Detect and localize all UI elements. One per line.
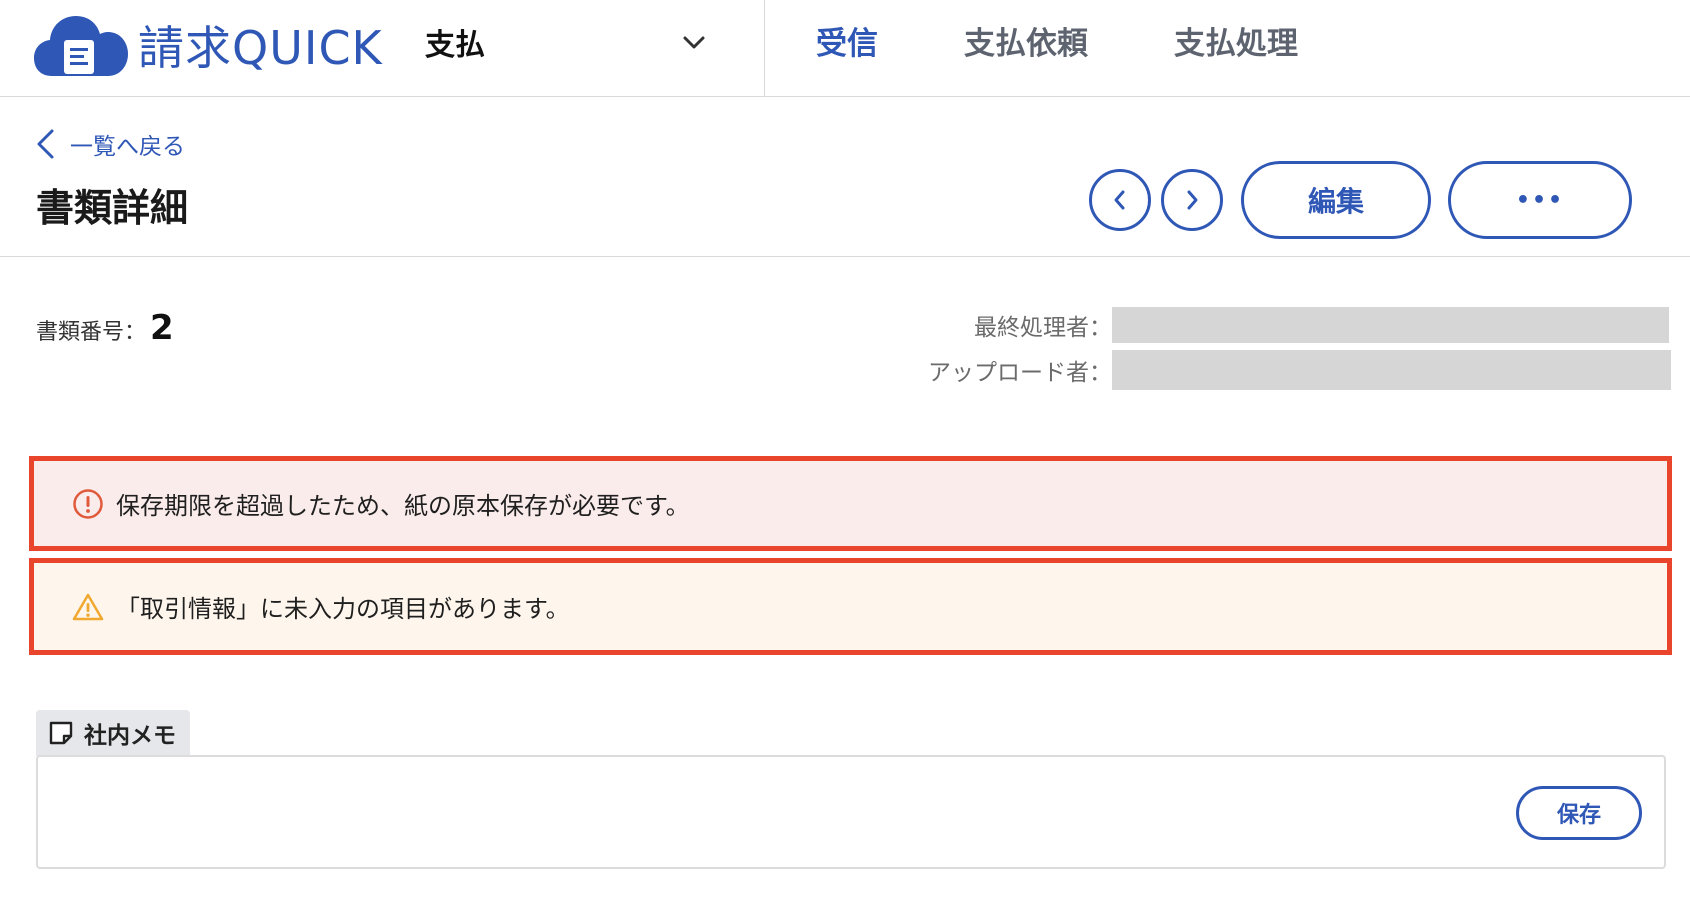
internal-memo-input[interactable]	[46, 765, 1496, 861]
app-header: 請求QUICK 支払 受信 支払依頼 支払処理	[0, 0, 1690, 97]
error-alert-text: 保存期限を超過したため、紙の原本保存が必要です。	[116, 492, 690, 520]
uploader-value-redacted	[1112, 350, 1671, 390]
cloud-document-logo-icon	[34, 16, 128, 76]
nav-tab-payment-processing[interactable]: 支払処理	[1174, 22, 1298, 66]
header-divider	[764, 0, 765, 97]
exclamation-circle-icon	[73, 488, 103, 519]
document-number-label: 書類番号：	[36, 320, 147, 345]
warning-alert: 「取引情報」に未入力の項目があります。	[29, 558, 1672, 655]
chevron-left-icon	[37, 129, 54, 159]
nav-tab-payment-request[interactable]: 支払依頼	[964, 22, 1088, 66]
logo-text: 請求QUICK	[138, 21, 383, 75]
nav-tab-receive[interactable]: 受信	[816, 22, 878, 66]
memo-save-button[interactable]: 保存	[1516, 786, 1642, 840]
title-area: 一覧へ戻る 書類詳細 編集 •••	[0, 97, 1690, 257]
chevron-right-icon	[1187, 190, 1198, 210]
more-options-button[interactable]: •••	[1448, 161, 1632, 239]
last-processor-row: 最終処理者：	[900, 307, 1669, 343]
document-number-value: 2	[150, 308, 174, 348]
uploader-label: アップロード者：	[928, 360, 1112, 386]
last-processor-value-redacted	[1112, 307, 1669, 343]
chevron-down-icon	[683, 36, 705, 49]
internal-memo-tab: 社内メモ	[36, 710, 190, 756]
internal-memo-box: 保存	[36, 755, 1666, 869]
last-processor-label: 最終処理者：	[974, 315, 1112, 341]
previous-document-button[interactable]	[1089, 169, 1151, 231]
warning-triangle-icon	[72, 593, 104, 620]
sticky-note-icon	[49, 721, 73, 745]
edit-button[interactable]: 編集	[1241, 161, 1431, 239]
warning-alert-text: 「取引情報」に未入力の項目があります。	[116, 595, 570, 623]
back-to-list-link[interactable]: 一覧へ戻る	[34, 127, 185, 161]
section-switcher-label: 支払	[425, 28, 485, 63]
document-number: 書類番号： 2	[36, 308, 174, 348]
page-title: 書類詳細	[36, 186, 189, 230]
chevron-left-icon	[1114, 190, 1125, 210]
uploader-row: アップロード者：	[900, 350, 1671, 390]
internal-memo-label: 社内メモ	[84, 723, 176, 749]
error-alert: 保存期限を超過したため、紙の原本保存が必要です。	[29, 456, 1672, 551]
logo[interactable]: 請求QUICK	[34, 10, 383, 80]
main-nav: 受信 支払依頼 支払処理	[816, 22, 1384, 66]
back-to-list-label: 一覧へ戻る	[70, 134, 185, 160]
next-document-button[interactable]	[1161, 169, 1223, 231]
section-switcher-dropdown[interactable]: 支払	[425, 22, 725, 63]
